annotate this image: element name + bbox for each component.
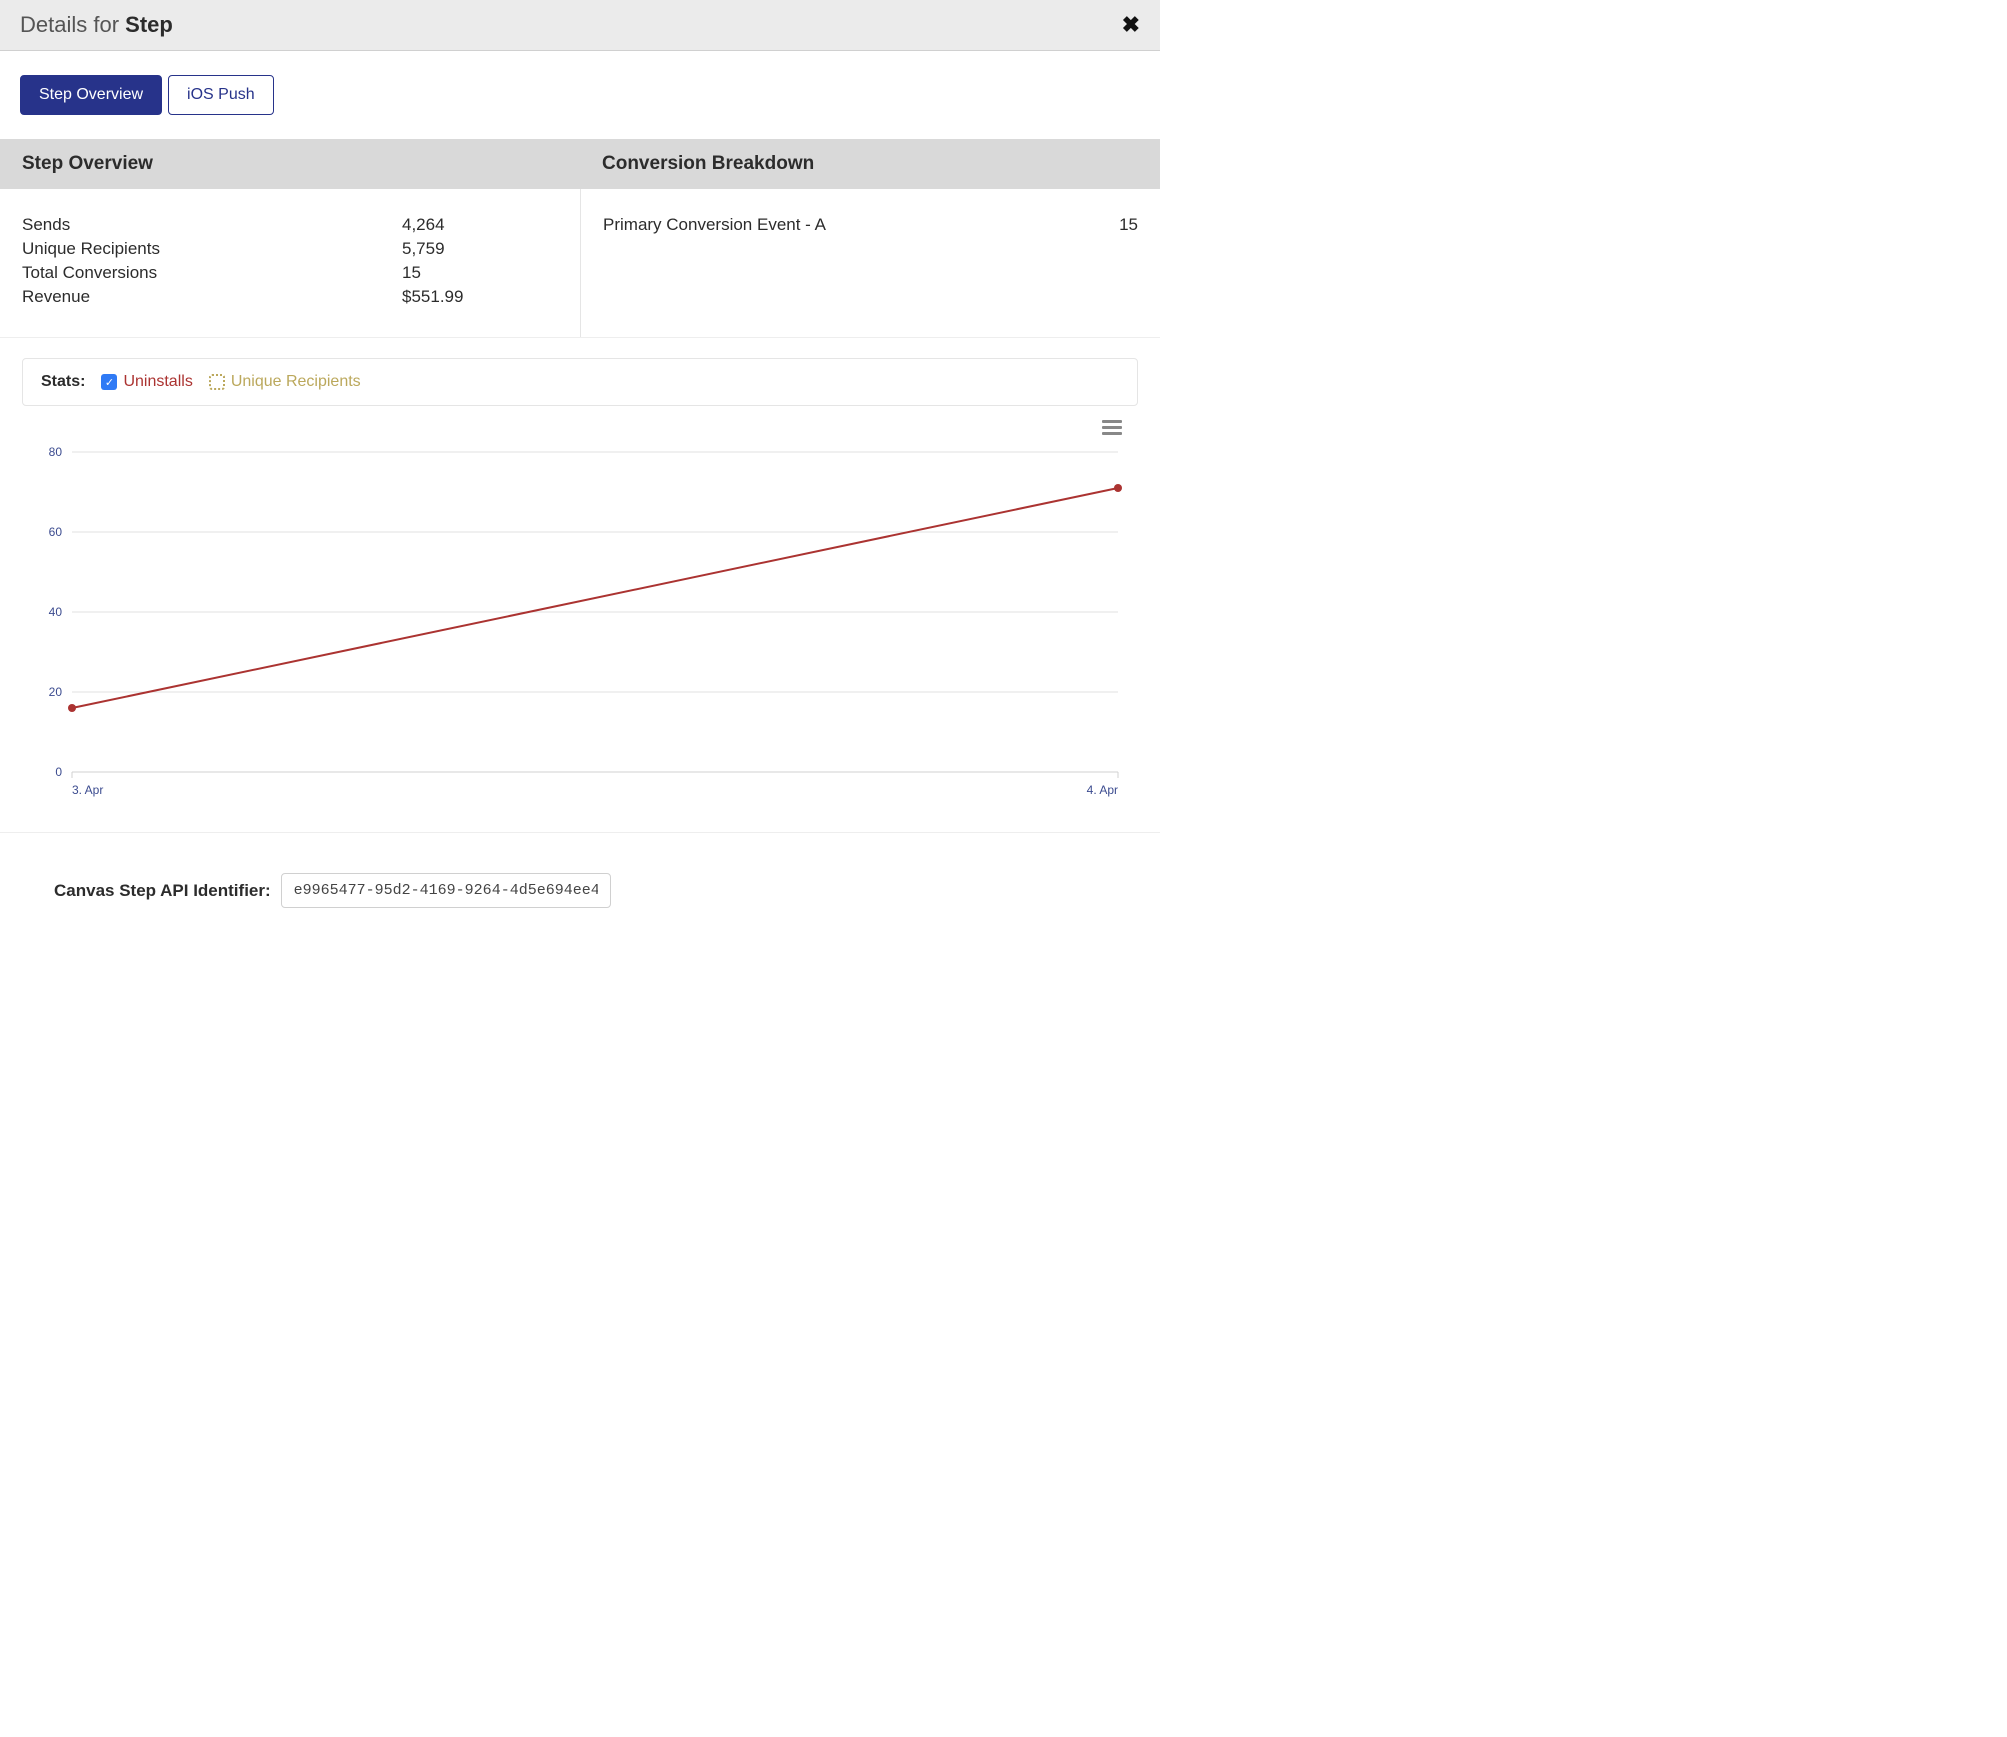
close-button[interactable]: ✖: [1122, 12, 1140, 38]
primary-conversion-value: 15: [1119, 215, 1138, 235]
line-chart: 0 20 40 60 80 3. Apr 4. Apr: [22, 412, 1138, 812]
api-identifier-input[interactable]: [281, 873, 611, 908]
modal-title-bold: Step: [125, 12, 173, 37]
svg-text:0: 0: [55, 765, 62, 779]
modal-header: Details for Step ✖: [0, 0, 1160, 51]
modal-title: Details for Step: [20, 12, 173, 38]
svg-text:60: 60: [49, 525, 63, 539]
stats-unique-label: Unique Recipients: [231, 373, 361, 391]
svg-text:20: 20: [49, 685, 63, 699]
step-overview-title: Step Overview: [22, 153, 558, 175]
total-conversions-value: 15: [402, 263, 558, 283]
revenue-label: Revenue: [22, 287, 402, 307]
conversion-breakdown-title: Conversion Breakdown: [602, 153, 1138, 175]
tab-ios-push[interactable]: iOS Push: [168, 75, 274, 115]
revenue-value: $551.99: [402, 287, 558, 307]
close-icon: ✖: [1122, 12, 1140, 37]
checkbox-checked-icon: ✓: [101, 374, 117, 390]
chart-container: 0 20 40 60 80 3. Apr 4. Apr: [22, 412, 1138, 812]
stats-panel: Stats: ✓ Uninstalls Unique Recipients: [22, 358, 1138, 406]
checkbox-unchecked-icon: [209, 374, 225, 390]
primary-conversion-label: Primary Conversion Event - A: [603, 215, 826, 235]
modal-title-prefix: Details for: [20, 12, 125, 37]
total-conversions-label: Total Conversions: [22, 263, 402, 283]
stats-toggle-unique-recipients[interactable]: Unique Recipients: [209, 373, 361, 391]
svg-text:40: 40: [49, 605, 63, 619]
hamburger-icon: [1102, 420, 1122, 423]
conversion-metrics: Primary Conversion Event - A 15: [603, 215, 1138, 235]
unique-recipients-value: 5,759: [402, 239, 558, 259]
section-header-row: Step Overview Conversion Breakdown: [0, 139, 1160, 189]
svg-text:3. Apr: 3. Apr: [72, 783, 103, 797]
metrics-row: Sends 4,264 Unique Recipients 5,759 Tota…: [0, 189, 1160, 338]
tab-step-overview[interactable]: Step Overview: [20, 75, 162, 115]
api-identifier-row: Canvas Step API Identifier:: [0, 832, 1160, 938]
chart-menu-button[interactable]: [1098, 416, 1126, 439]
sends-value: 4,264: [402, 215, 558, 235]
stats-uninstalls-label: Uninstalls: [123, 373, 192, 391]
stats-toggle-uninstalls[interactable]: ✓ Uninstalls: [101, 373, 192, 391]
overview-metrics: Sends 4,264 Unique Recipients 5,759 Tota…: [22, 215, 558, 307]
stats-label: Stats:: [41, 373, 85, 391]
unique-recipients-label: Unique Recipients: [22, 239, 402, 259]
svg-text:80: 80: [49, 445, 63, 459]
tabs: Step Overview iOS Push: [0, 51, 1160, 139]
api-identifier-label: Canvas Step API Identifier:: [54, 881, 271, 901]
sends-label: Sends: [22, 215, 402, 235]
svg-text:4. Apr: 4. Apr: [1087, 783, 1118, 797]
